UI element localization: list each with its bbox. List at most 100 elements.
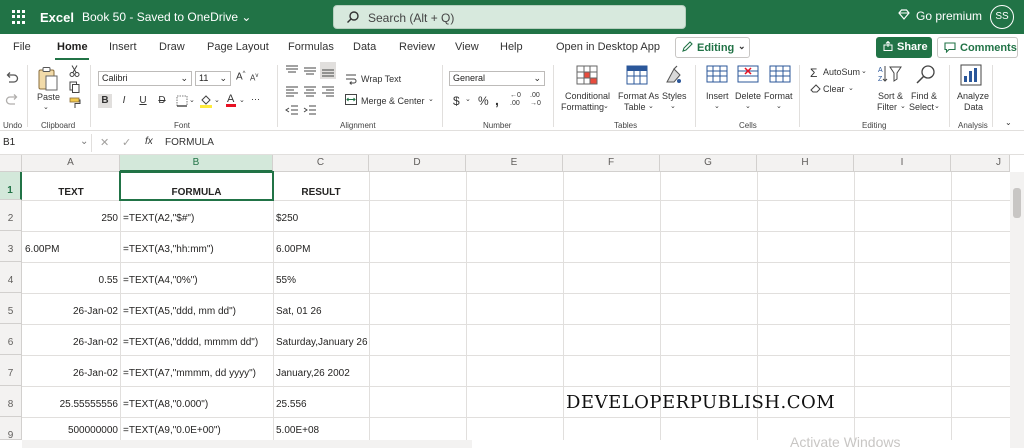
chevron-down-icon[interactable]: ⌄ <box>714 102 720 110</box>
share-button[interactable]: Share <box>876 37 932 58</box>
chevron-down-icon[interactable]: ⌄ <box>603 102 609 110</box>
tab-page-layout[interactable]: Page Layout <box>207 41 269 53</box>
function-icon[interactable]: fx <box>145 136 153 147</box>
comments-button[interactable]: Comments <box>937 37 1018 58</box>
analyze-data-label-2[interactable]: Data <box>964 102 983 112</box>
align-middle-icon[interactable] <box>303 64 317 80</box>
increase-indent-icon[interactable] <box>303 105 317 118</box>
sort-filter-label[interactable]: Sort & <box>878 91 903 101</box>
row-header-9[interactable]: 9 <box>0 417 22 441</box>
app-launcher-icon[interactable] <box>12 10 26 24</box>
font-size-dropdown[interactable]: 11 ⌄ <box>195 71 231 86</box>
percent-icon[interactable]: % <box>478 94 489 108</box>
font-color-icon[interactable]: A <box>225 92 237 111</box>
align-left-icon[interactable] <box>285 85 299 100</box>
cell-styles-icon[interactable] <box>665 65 683 88</box>
find-select-label[interactable]: Find & <box>911 91 937 101</box>
row-header-8[interactable]: 8 <box>0 386 22 417</box>
chevron-down-icon[interactable]: ⌄ <box>1005 118 1012 127</box>
go-premium-button[interactable]: Go premium <box>898 9 982 23</box>
sort-filter-label-2[interactable]: Filter <box>877 102 897 112</box>
analyze-data-label[interactable]: Analyze <box>957 91 989 101</box>
column-header-h[interactable]: H <box>757 155 854 172</box>
cell-c9[interactable]: 5.00E+08 <box>276 425 319 436</box>
vertical-scrollbar[interactable] <box>1010 172 1024 448</box>
bold-button[interactable]: B <box>98 94 112 108</box>
find-select-icon[interactable] <box>915 64 937 89</box>
cell-c2[interactable]: $250 <box>276 213 298 224</box>
chevron-down-icon[interactable]: ⌄ <box>861 67 867 75</box>
font-name-dropdown[interactable]: Calibri ⌄ <box>98 71 192 86</box>
find-select-label-2[interactable]: Select <box>909 102 934 112</box>
format-painter-icon[interactable] <box>69 97 81 112</box>
column-header-i[interactable]: I <box>854 155 951 172</box>
cell-b5[interactable]: =TEXT(A5,"ddd, mm dd") <box>123 306 236 317</box>
tab-formulas[interactable]: Formulas <box>288 41 334 53</box>
format-as-table-label[interactable]: Format As <box>618 91 659 101</box>
cell-a8[interactable]: 25.55555556 <box>22 399 118 410</box>
chevron-down-icon[interactable]: ⌄ <box>776 102 782 110</box>
chevron-down-icon[interactable]: ⌄ <box>745 102 751 110</box>
merge-center-icon[interactable] <box>345 94 357 108</box>
name-box[interactable]: B1 ⌄ <box>0 134 92 152</box>
format-as-table-icon[interactable] <box>626 65 648 88</box>
cell-c3[interactable]: 6.00PM <box>276 244 310 255</box>
insert-cells-label[interactable]: Insert <box>706 91 729 101</box>
cell-c8[interactable]: 25.556 <box>276 399 307 410</box>
delete-cells-icon[interactable] <box>737 65 759 86</box>
chevron-down-icon[interactable]: ⌄ <box>428 95 434 103</box>
cancel-icon[interactable]: ✕ <box>100 136 109 149</box>
chevron-down-icon[interactable]: ⌄ <box>848 84 854 92</box>
insert-cells-icon[interactable] <box>706 65 728 86</box>
select-all-corner[interactable] <box>0 155 22 172</box>
delete-cells-label[interactable]: Delete <box>735 91 761 101</box>
chevron-down-icon[interactable]: ⌄ <box>465 95 471 103</box>
tab-insert[interactable]: Insert <box>109 41 137 53</box>
cut-icon[interactable] <box>69 65 80 80</box>
copy-icon[interactable] <box>69 81 80 96</box>
decrease-decimal-icon[interactable]: .00 →0 <box>530 92 541 108</box>
tab-review[interactable]: Review <box>399 41 435 53</box>
chevron-down-icon[interactable]: ⌄ <box>43 103 49 111</box>
chevron-down-icon[interactable]: ⌄ <box>189 96 195 104</box>
paste-icon[interactable] <box>37 66 59 95</box>
analyze-data-icon[interactable] <box>960 64 982 89</box>
align-center-icon[interactable] <box>303 85 317 100</box>
search-box[interactable]: Search (Alt + Q) <box>333 5 686 29</box>
tab-file[interactable]: File <box>13 41 31 53</box>
cell-a4[interactable]: 0.55 <box>22 275 118 286</box>
scrollbar-thumb[interactable] <box>1013 188 1021 218</box>
open-desktop-app-link[interactable]: Open in Desktop App <box>556 41 660 53</box>
autosum-icon[interactable]: Σ <box>810 66 817 80</box>
cell-a9[interactable]: 500000000 <box>22 425 118 436</box>
underline-button[interactable]: U <box>136 94 150 108</box>
decrease-indent-icon[interactable] <box>285 105 299 118</box>
tab-data[interactable]: Data <box>353 41 376 53</box>
cell-styles-label[interactable]: Styles <box>662 91 687 101</box>
row-header-3[interactable]: 3 <box>0 231 22 262</box>
cell-b4[interactable]: =TEXT(A4,"0%") <box>123 275 198 286</box>
increase-decimal-icon[interactable]: ←0.00 <box>510 92 521 108</box>
avatar[interactable]: SS <box>990 5 1014 29</box>
tab-help[interactable]: Help <box>500 41 523 53</box>
chevron-down-icon[interactable]: ⌄ <box>648 102 654 110</box>
cell-b2[interactable]: =TEXT(A2,"$#") <box>123 213 194 224</box>
italic-button[interactable]: I <box>117 94 131 108</box>
cell-a7[interactable]: 26-Jan-02 <box>22 368 118 379</box>
chevron-down-icon[interactable]: ⌄ <box>900 102 906 110</box>
cell-c7[interactable]: January,26 2002 <box>276 368 350 379</box>
cell-a3[interactable]: 6.00PM <box>25 244 59 255</box>
column-header-g[interactable]: G <box>660 155 757 172</box>
more-options-icon[interactable]: ⋯ <box>251 94 260 105</box>
conditional-formatting-label[interactable]: Conditional <box>565 91 610 101</box>
number-format-dropdown[interactable]: General ⌄ <box>449 71 545 86</box>
fill-color-icon[interactable] <box>199 93 213 111</box>
comma-style-icon[interactable]: , <box>495 92 499 108</box>
currency-icon[interactable]: $ <box>453 94 460 108</box>
column-header-e[interactable]: E <box>466 155 563 172</box>
align-bottom-icon[interactable] <box>320 62 336 79</box>
cell-a5[interactable]: 26-Jan-02 <box>22 306 118 317</box>
format-as-table-label-2[interactable]: Table <box>624 102 646 112</box>
editing-mode-button[interactable]: Editing ⌄ <box>675 37 750 58</box>
wrap-text-icon[interactable] <box>345 73 357 88</box>
